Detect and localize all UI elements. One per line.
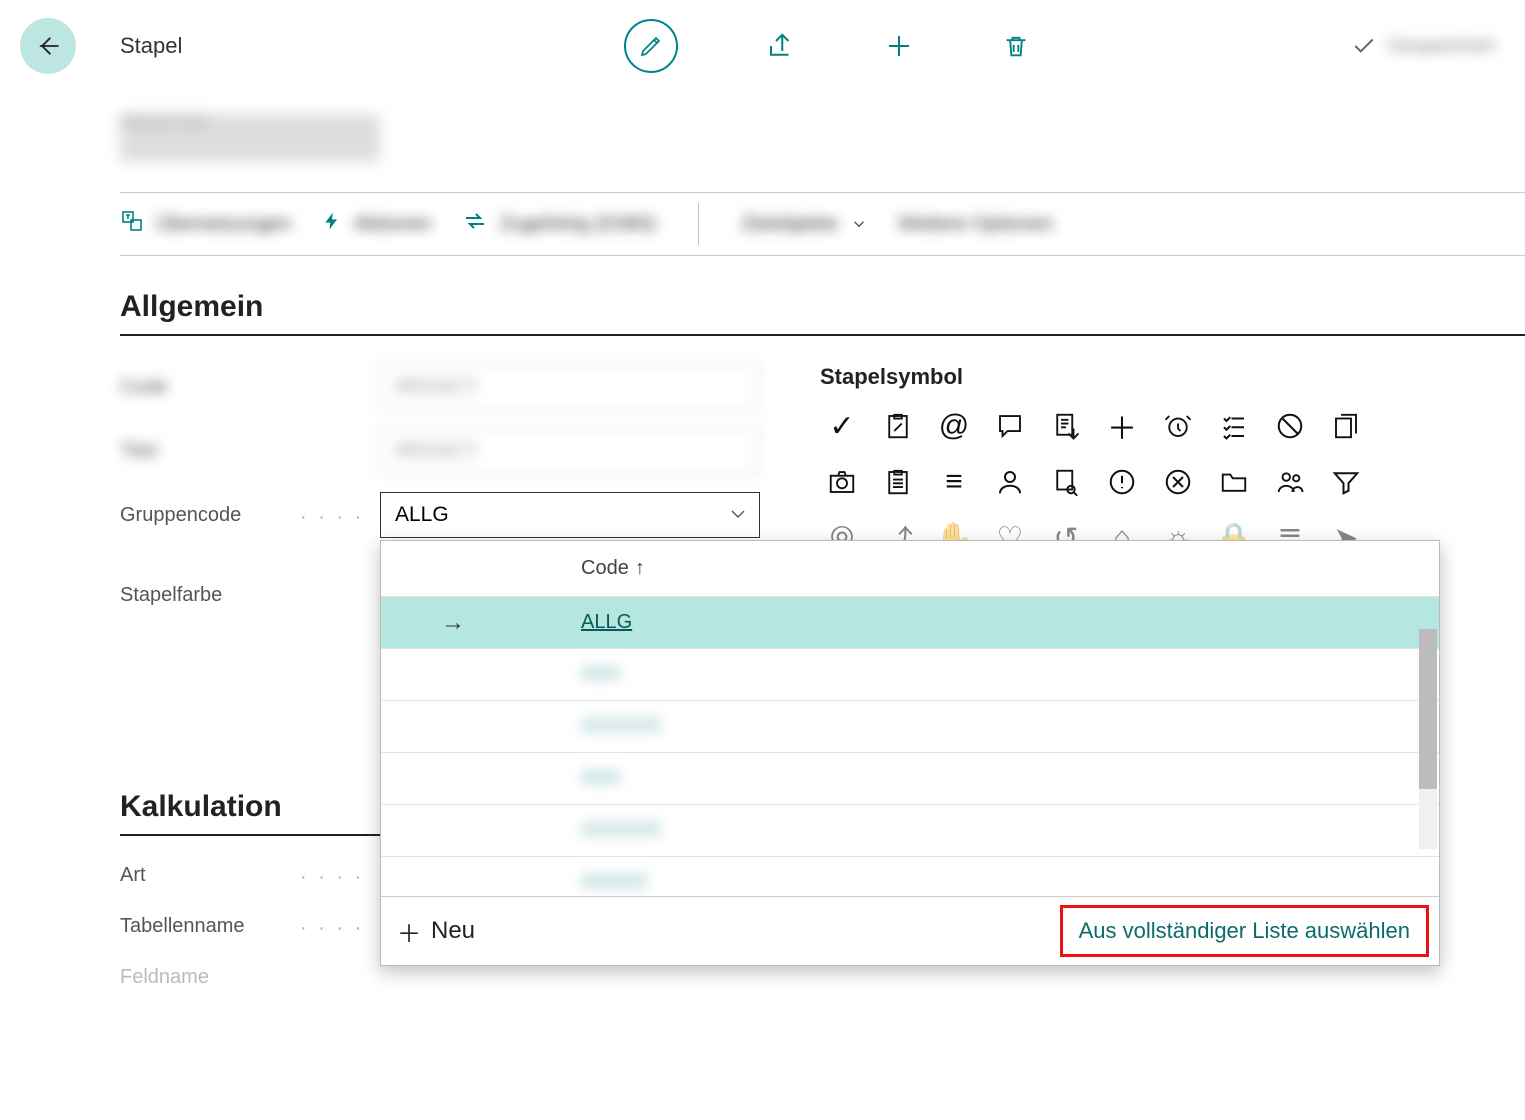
icon-person[interactable] xyxy=(988,460,1032,504)
groupcode-dropdown-popup: Code ↑ → ALLG XXX XXXXXX XXX XXXXXX XXXX… xyxy=(380,540,1440,966)
new-label: Neu xyxy=(431,917,475,945)
label-tablename: Tabellenname xyxy=(120,915,380,938)
icon-doc-arrow[interactable] xyxy=(1044,404,1088,448)
swap-icon xyxy=(462,209,488,239)
row-code: XXXXX xyxy=(581,871,648,894)
action-label: Weitere Optionen xyxy=(898,213,1053,236)
dropdown-groupcode[interactable] xyxy=(380,492,760,538)
icon-camera[interactable] xyxy=(820,460,864,504)
popup-row[interactable]: → ALLG xyxy=(381,596,1439,648)
action-more[interactable]: Weitere Optionen xyxy=(898,213,1053,236)
section-kalk-title: Kalkulation xyxy=(120,790,400,836)
icon-doc-search[interactable] xyxy=(1044,460,1088,504)
action-label: Zugehörig (D365) xyxy=(500,213,657,236)
icon-people[interactable] xyxy=(1268,460,1312,504)
row-code: XXXXXX xyxy=(581,819,661,842)
action-label: Zielobjekte xyxy=(741,213,838,236)
arrow-left-icon xyxy=(34,32,62,60)
icon-cancel[interactable] xyxy=(1156,460,1200,504)
scroll-thumb[interactable] xyxy=(1419,629,1437,789)
check-icon xyxy=(1351,33,1377,59)
arrow-right-icon: → xyxy=(441,609,521,637)
action-translations[interactable]: Übersetzungen xyxy=(120,209,292,239)
label-stapelfarbe: Stapelfarbe xyxy=(120,584,380,607)
plus-icon: ＋ xyxy=(397,914,421,949)
edit-button[interactable] xyxy=(624,19,678,73)
back-button[interactable] xyxy=(20,18,76,74)
row-code: ALLG xyxy=(581,611,632,634)
popup-row[interactable]: XXXXXX xyxy=(381,700,1439,752)
sort-asc-icon: ↑ xyxy=(635,557,645,580)
icon-menu[interactable]: ≡ xyxy=(932,460,976,504)
icon-docs[interactable] xyxy=(1324,404,1368,448)
pencil-icon xyxy=(639,34,663,58)
row-code: XXX xyxy=(581,663,621,686)
share-icon xyxy=(766,31,796,61)
icon-alarm[interactable] xyxy=(1156,404,1200,448)
label-title: Titel xyxy=(120,440,380,463)
label-code: Code xyxy=(120,376,380,399)
divider xyxy=(698,203,699,245)
icon-list-check[interactable] xyxy=(1212,404,1256,448)
page-title: Stapel xyxy=(120,33,182,59)
popup-row[interactable]: XXX xyxy=(381,752,1439,804)
action-actions[interactable]: Aktionen xyxy=(322,209,432,239)
col-header-code: Code xyxy=(581,557,629,580)
icon-comment[interactable] xyxy=(988,404,1032,448)
icon-clipboard-edit[interactable] xyxy=(876,404,920,448)
input-code[interactable] xyxy=(380,364,760,410)
icon-plus[interactable]: ＋ xyxy=(1100,404,1144,448)
new-record-button[interactable]: ＋ Neu xyxy=(397,914,475,949)
row-code: XXX xyxy=(581,767,621,790)
icon-at[interactable]: @ xyxy=(932,404,976,448)
toolbar xyxy=(302,19,1351,73)
chevron-down-icon xyxy=(850,215,868,233)
action-related[interactable]: Zugehörig (D365) xyxy=(462,209,657,239)
label-art: Art xyxy=(120,864,380,887)
action-label: Übersetzungen xyxy=(156,213,292,236)
icon-folder[interactable] xyxy=(1212,460,1256,504)
popup-row[interactable]: XXXXX xyxy=(381,856,1439,896)
lightning-icon xyxy=(322,209,342,239)
popup-footer: ＋ Neu Aus vollständiger Liste auswählen xyxy=(381,896,1439,965)
icon-prohibit[interactable] xyxy=(1268,404,1312,448)
popup-scrollbar[interactable] xyxy=(1419,629,1437,849)
input-title[interactable] xyxy=(380,428,760,474)
input-groupcode[interactable] xyxy=(380,492,760,538)
share-button[interactable] xyxy=(766,31,796,61)
popup-header[interactable]: Code ↑ xyxy=(381,541,1439,596)
row-code: XXXXXX xyxy=(581,715,661,738)
popup-row[interactable]: XXXXXX xyxy=(381,804,1439,856)
icon-exclaim[interactable] xyxy=(1100,460,1144,504)
new-button[interactable] xyxy=(884,31,914,61)
section-general-title: Allgemein xyxy=(120,290,1525,336)
saved-label: Gespeichert xyxy=(1387,35,1495,58)
select-from-full-list-button[interactable]: Aus vollständiger Liste auswählen xyxy=(1060,905,1429,957)
delete-button[interactable] xyxy=(1002,32,1030,60)
action-bar: Übersetzungen Aktionen Zugehörig (D365) … xyxy=(120,192,1525,256)
trash-icon xyxy=(1002,32,1030,60)
record-title: REDACTED xyxy=(120,114,380,162)
label-feldname: Feldname xyxy=(120,966,380,989)
icon-palette-title: Stapelsymbol xyxy=(820,364,1380,390)
icon-check[interactable]: ✓ xyxy=(820,404,864,448)
translate-icon xyxy=(120,209,144,239)
popup-rows: → ALLG XXX XXXXXX XXX XXXXXX XXXXX xyxy=(381,596,1439,896)
icon-clipboard-list[interactable] xyxy=(876,460,920,504)
action-label: Aktionen xyxy=(354,213,432,236)
plus-icon xyxy=(884,31,914,61)
popup-row[interactable]: XXX xyxy=(381,648,1439,700)
icon-filter[interactable] xyxy=(1324,460,1368,504)
saved-indicator: Gespeichert xyxy=(1351,33,1495,59)
page-header: Stapel Gespeichert xyxy=(0,0,1525,74)
label-groupcode: Gruppencode xyxy=(120,504,380,527)
icon-grid: ✓ @ ＋ ≡ ⦾ ⤴ xyxy=(820,404,1380,560)
action-targets[interactable]: Zielobjekte xyxy=(741,213,868,236)
